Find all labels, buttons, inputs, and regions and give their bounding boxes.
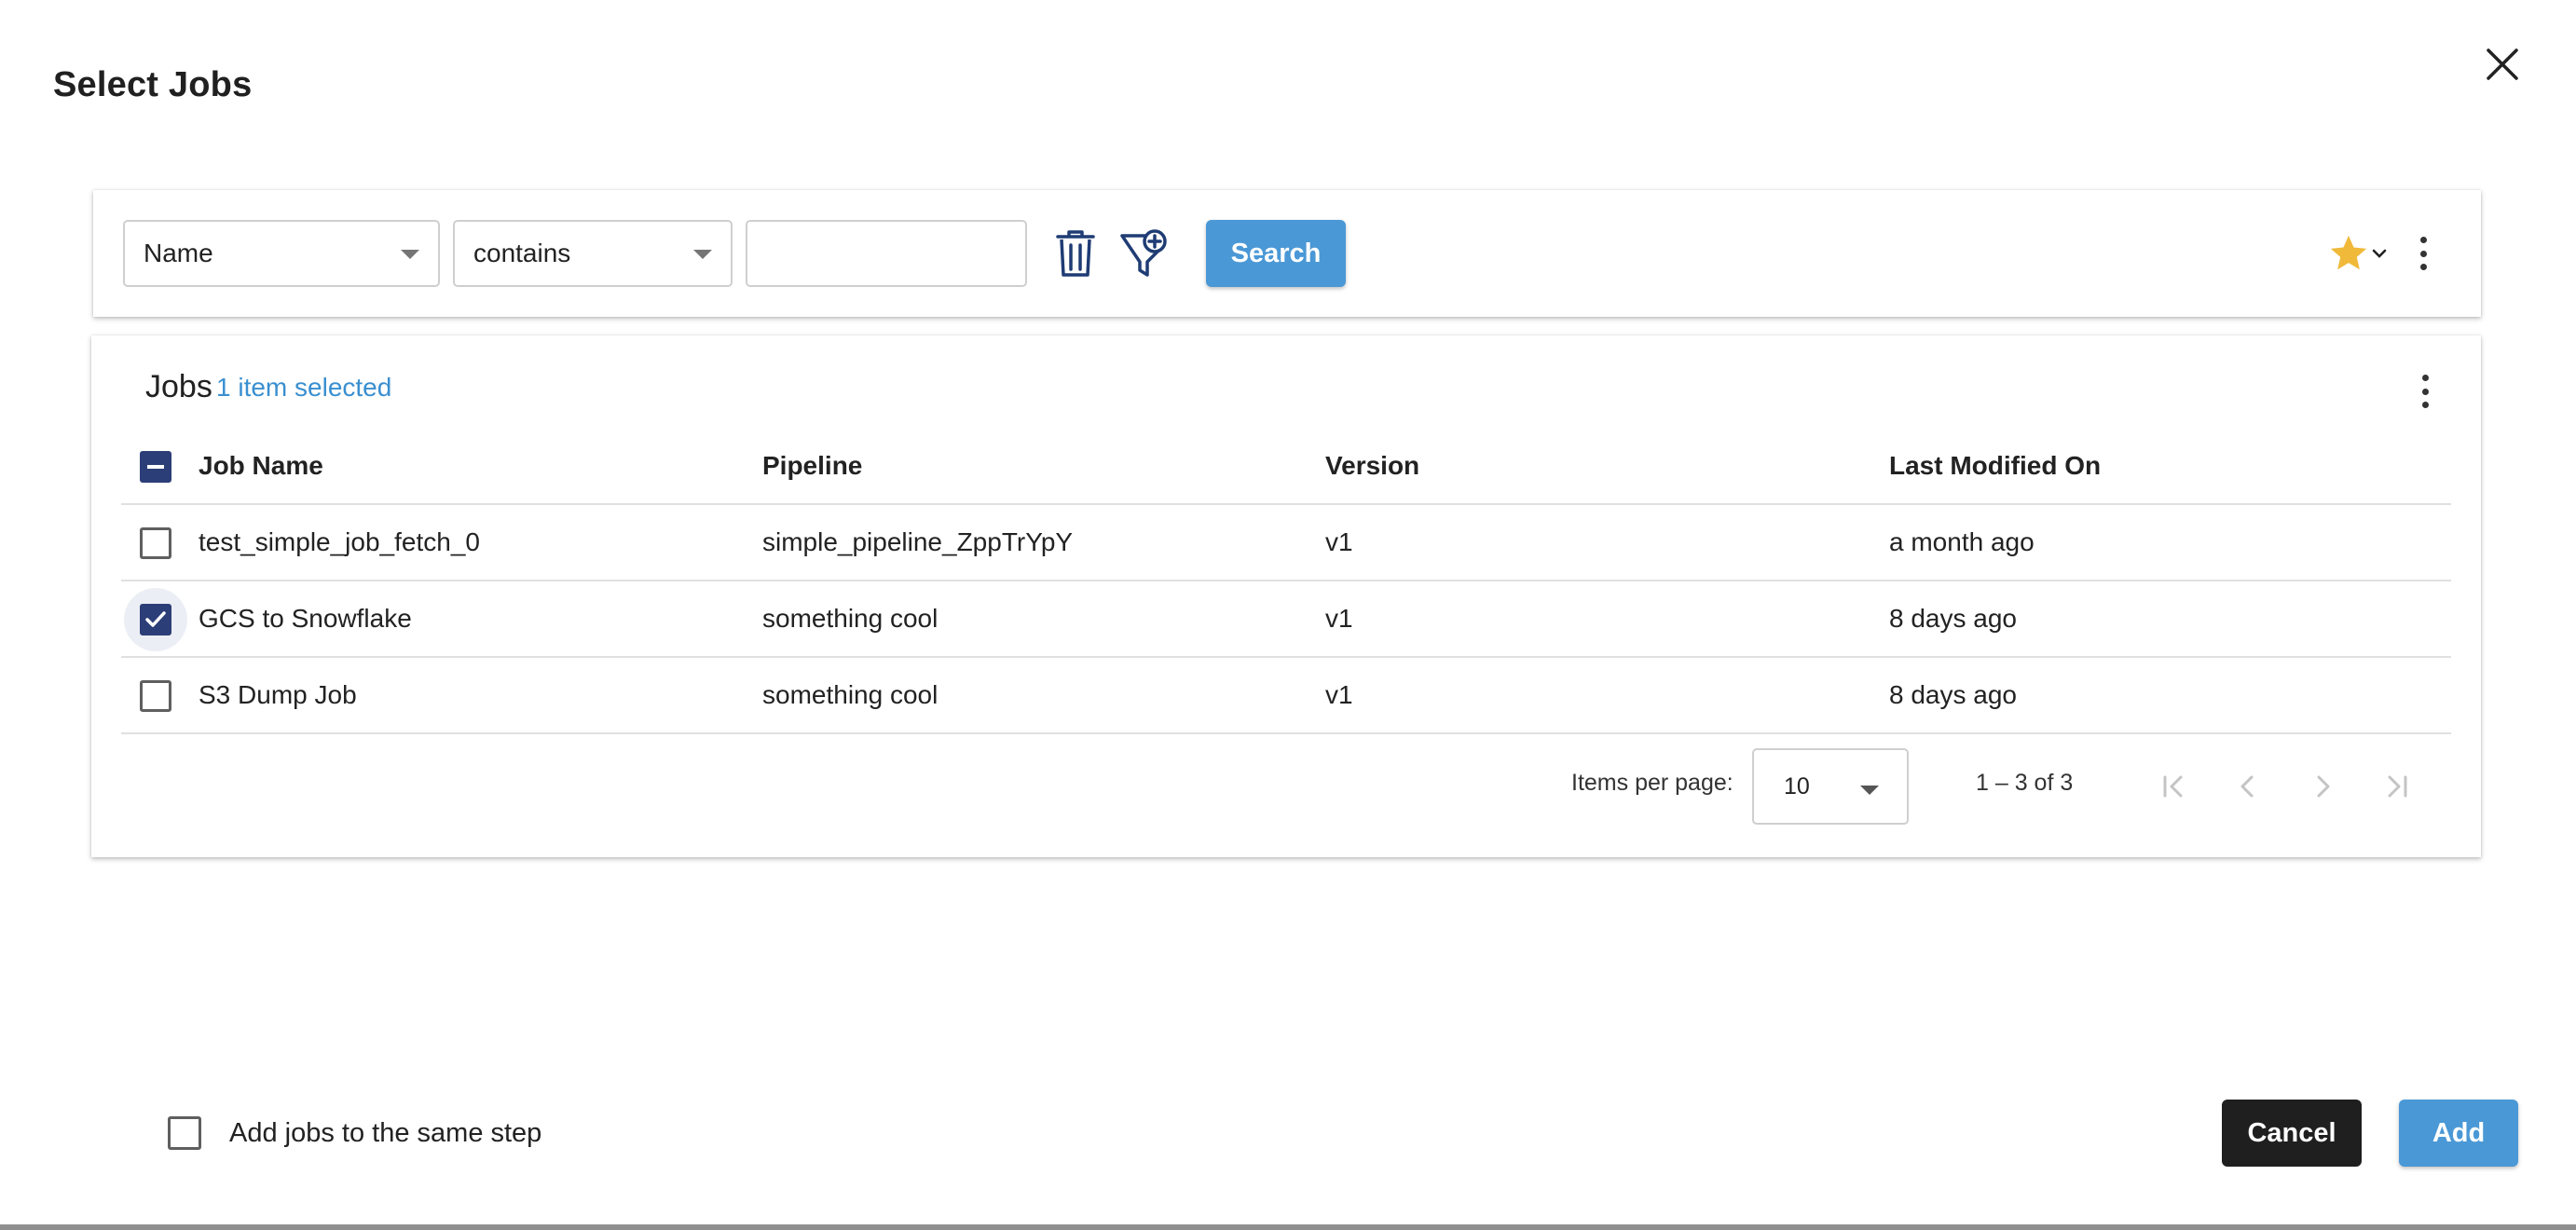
row-checkbox[interactable] xyxy=(140,527,171,559)
filter-more-menu-button[interactable] xyxy=(2414,237,2432,270)
filter-field-select[interactable]: Name xyxy=(123,220,440,287)
last-page-icon xyxy=(2388,775,2407,798)
row-checkbox[interactable] xyxy=(140,604,171,636)
column-header-last-modified[interactable]: Last Modified On xyxy=(1889,429,2101,503)
items-per-page-label: Items per page: xyxy=(1571,770,1733,796)
kebab-dot xyxy=(2419,237,2427,243)
job-name-cell: S3 Dump Job xyxy=(199,680,357,709)
last-modified-cell: 8 days ago xyxy=(1889,680,2017,709)
version-cell: v1 xyxy=(1325,680,1353,709)
star-icon xyxy=(2330,235,2367,270)
kebab-dot xyxy=(2421,388,2429,395)
jobs-panel: Jobs 1 item selected Job Name Pipeline V… xyxy=(91,335,2481,857)
chevron-down-icon xyxy=(1860,786,1879,795)
jobs-table: Job Name Pipeline Version Last Modified … xyxy=(121,429,2451,734)
cancel-button[interactable]: Cancel xyxy=(2222,1100,2362,1167)
same-step-checkbox[interactable] xyxy=(168,1116,201,1150)
chevron-down-icon xyxy=(2372,249,2387,258)
filter-operator-select[interactable]: contains xyxy=(453,220,733,287)
pipeline-cell: simple_pipeline_ZppTrYpY xyxy=(762,527,1074,556)
selection-count: 1 item selected xyxy=(216,373,392,402)
kebab-dot xyxy=(2419,250,2427,257)
table-header-row: Job Name Pipeline Version Last Modified … xyxy=(121,429,2451,505)
select-all-checkbox[interactable] xyxy=(140,451,171,483)
indeterminate-icon xyxy=(147,465,164,469)
add-button[interactable]: Add xyxy=(2399,1100,2518,1167)
last-modified-cell: a month ago xyxy=(1889,527,2035,556)
next-page-button[interactable] xyxy=(2302,766,2343,807)
first-page-button[interactable] xyxy=(2153,766,2194,807)
kebab-dot xyxy=(2421,402,2429,408)
jobs-more-menu-button[interactable] xyxy=(2416,375,2434,408)
page-range-label: 1 – 3 of 3 xyxy=(1976,770,2074,796)
same-step-label: Add jobs to the same step xyxy=(229,1118,542,1148)
kebab-dot xyxy=(2421,375,2429,381)
table-row[interactable]: GCS to Snowflake something cool v1 8 day… xyxy=(121,581,2451,658)
dialog-title: Select Jobs xyxy=(53,65,253,104)
column-header-job-name[interactable]: Job Name xyxy=(199,429,323,503)
first-page-icon xyxy=(2163,775,2183,798)
pipeline-cell: something cool xyxy=(762,604,939,633)
filter-add-icon xyxy=(1120,229,1167,277)
chevron-right-icon xyxy=(2317,775,2330,798)
job-name-cell: test_simple_job_fetch_0 xyxy=(199,527,480,556)
jobs-title: Jobs xyxy=(145,369,212,404)
last-modified-cell: 8 days ago xyxy=(1889,604,2017,633)
table-row[interactable]: test_simple_job_fetch_0 simple_pipeline_… xyxy=(121,505,2451,581)
page-size-select[interactable]: 10 xyxy=(1752,748,1909,825)
filter-operator-value: contains xyxy=(473,239,571,267)
last-page-button[interactable] xyxy=(2377,766,2418,807)
previous-page-button[interactable] xyxy=(2227,766,2268,807)
job-name-cell: GCS to Snowflake xyxy=(199,604,412,633)
version-cell: v1 xyxy=(1325,527,1353,556)
pipeline-cell: something cool xyxy=(762,680,939,709)
checkmark-icon xyxy=(145,611,166,627)
column-header-version[interactable]: Version xyxy=(1325,429,1419,503)
favorites-dropdown[interactable] xyxy=(2321,231,2395,276)
filter-bar: Name contains Search xyxy=(93,190,2481,317)
close-icon xyxy=(2487,48,2518,80)
select-jobs-dialog: Select Jobs Name contains Search Jobs 1 … xyxy=(0,0,2576,1224)
version-cell: v1 xyxy=(1325,604,1353,633)
filter-value-input[interactable] xyxy=(746,220,1027,287)
page-size-value: 10 xyxy=(1784,772,1810,800)
add-filter-button[interactable] xyxy=(1115,222,1174,285)
trash-icon xyxy=(1056,230,1095,277)
kebab-dot xyxy=(2419,264,2427,270)
column-header-pipeline[interactable]: Pipeline xyxy=(762,429,862,503)
chevron-down-icon xyxy=(693,250,712,259)
clear-filter-button[interactable] xyxy=(1048,222,1103,285)
row-checkbox[interactable] xyxy=(140,680,171,712)
paginator: Items per page: 10 1 – 3 of 3 xyxy=(91,744,2481,827)
chevron-down-icon xyxy=(401,250,419,259)
filter-field-value: Name xyxy=(144,239,213,267)
close-button[interactable] xyxy=(2479,41,2526,88)
table-row[interactable]: S3 Dump Job something cool v1 8 days ago xyxy=(121,658,2451,734)
chevron-left-icon xyxy=(2240,775,2254,798)
search-button[interactable]: Search xyxy=(1206,220,1346,287)
